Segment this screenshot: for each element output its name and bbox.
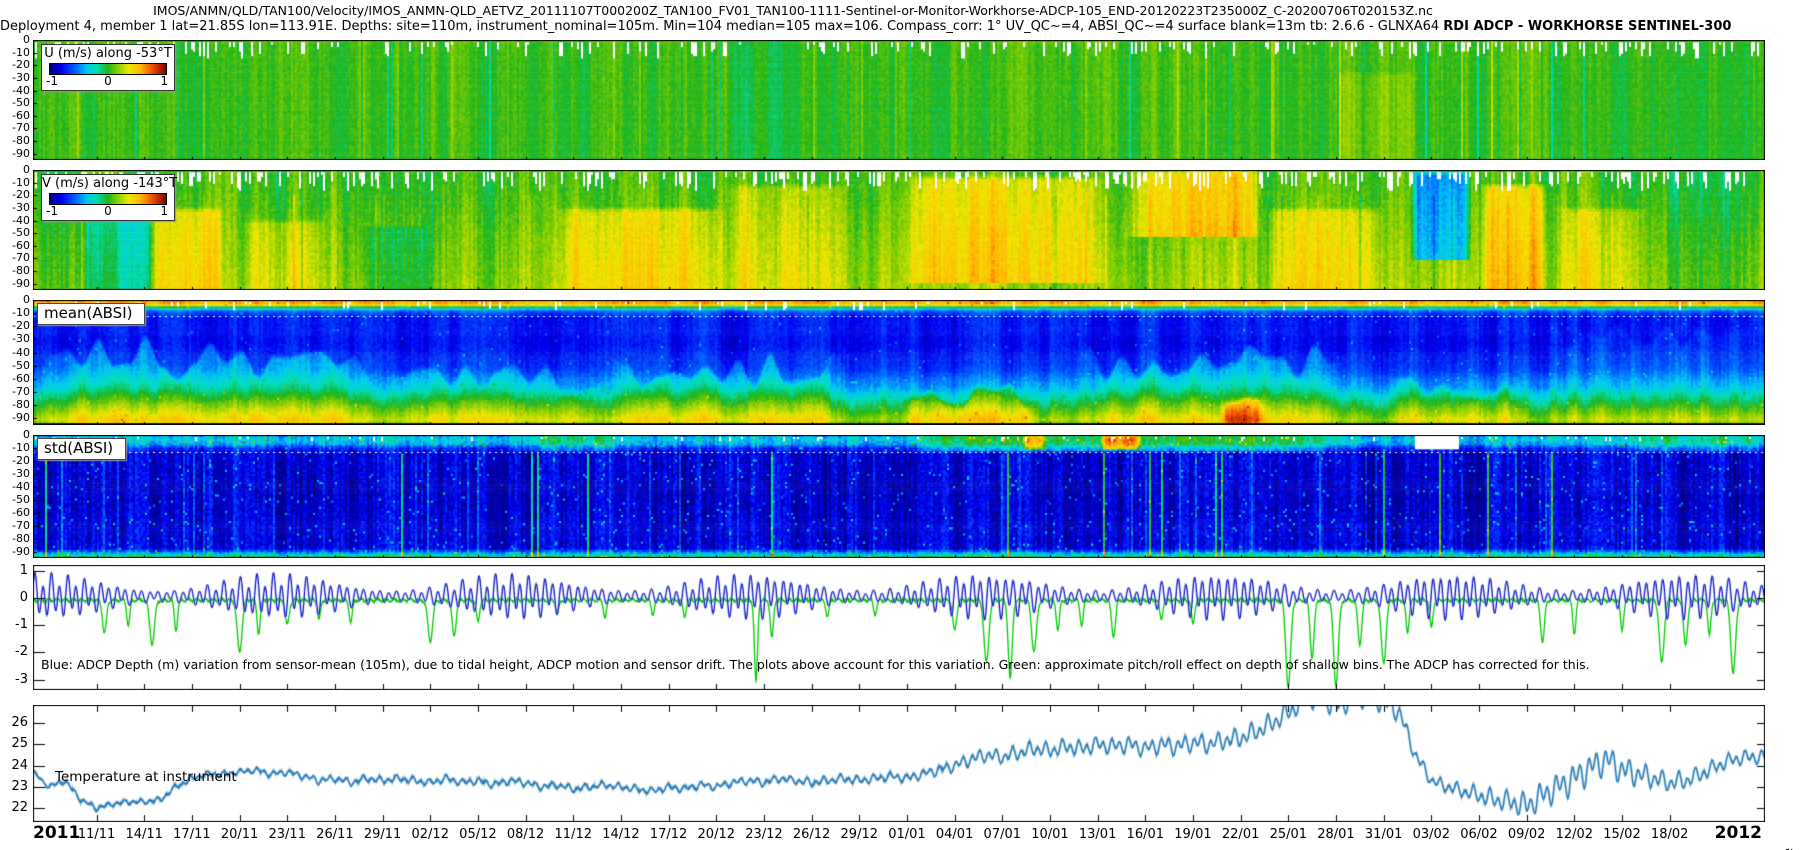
depth-tick-label: -80 — [0, 265, 30, 277]
depth-tick-label: -60 — [0, 110, 30, 122]
depth-tick-label: -80 — [0, 533, 30, 545]
figure-subtitle: Deployment 4, member 1 lat=21.85S lon=11… — [0, 19, 1586, 34]
temperature-tick-label: 25 — [0, 737, 28, 751]
depth-tick-label: -10 — [0, 177, 30, 189]
std-absi-heatmap — [33, 435, 1765, 558]
temperature-tick-label: 26 — [0, 716, 28, 730]
depth-tick-label: -20 — [0, 455, 30, 467]
depth-tick-label: -20 — [0, 320, 30, 332]
depth-tick-label: -50 — [0, 494, 30, 506]
u-velocity-legend-title: U (m/s) along -53°T — [42, 45, 174, 61]
depth-tick-label: -70 — [0, 386, 30, 398]
depth-variation-annotation: Blue: ADCP Depth (m) variation from sens… — [41, 657, 1590, 672]
depth-tick-label: -50 — [0, 360, 30, 372]
depth-tick-label: -70 — [0, 252, 30, 264]
depth-tick-label: -30 — [0, 333, 30, 345]
panel-temperature: Temperature at instrument — [33, 705, 1765, 822]
depth-tick-label: -90 — [0, 278, 30, 290]
temperature-tick-label: 23 — [0, 780, 28, 794]
depth-variation-tick-label: -2 — [0, 645, 28, 659]
depth-tick-label: -60 — [0, 240, 30, 252]
depth-tick-label: -10 — [0, 307, 30, 319]
depth-variation-tick-label: 1 — [0, 564, 28, 578]
depth-tick-label: -90 — [0, 546, 30, 558]
figure-title-filename: IMOS/ANMN/QLD/TAN100/Velocity/IMOS_ANMN-… — [0, 3, 1586, 18]
depth-tick-label: -40 — [0, 85, 30, 97]
depth-tick-label: -40 — [0, 481, 30, 493]
mean-absi-label: mean(ABSI) — [37, 303, 145, 325]
depth-tick-label: -60 — [0, 373, 30, 385]
temperature-chart — [33, 705, 1765, 822]
depth-tick-label: -70 — [0, 122, 30, 134]
depth-tick-label: -80 — [0, 399, 30, 411]
adcp-figure: IMOS/ANMN/QLD/TAN100/Velocity/IMOS_ANMN-… — [0, 0, 1800, 850]
x-axis-year-end: 2012 — [1700, 823, 1762, 843]
depth-tick-label: -20 — [0, 59, 30, 71]
subtitle-instrument: RDI ADCP - WORKHORSE SENTINEL-300 — [1443, 19, 1731, 34]
panel-std-absi: std(ABSI) — [33, 435, 1765, 558]
depth-tick-label: 0 — [0, 164, 30, 176]
depth-variation-tick-label: -3 — [0, 673, 28, 687]
depth-tick-label: -30 — [0, 72, 30, 84]
colorbar-tick-label: 1 — [160, 74, 168, 88]
depth-tick-label: -10 — [0, 47, 30, 59]
panel-depth-variation: Blue: ADCP Depth (m) variation from sens… — [33, 565, 1765, 690]
depth-tick-label: -20 — [0, 189, 30, 201]
subtitle-text: Deployment 4, member 1 lat=21.85S lon=11… — [0, 19, 1439, 34]
colorbar-tick-label: 0 — [49, 204, 167, 218]
depth-tick-label: -30 — [0, 202, 30, 214]
std-absi-label: std(ABSI) — [37, 438, 126, 460]
depth-tick-label: -60 — [0, 507, 30, 519]
depth-tick-label: -70 — [0, 520, 30, 532]
depth-tick-label: -30 — [0, 468, 30, 480]
u-velocity-legend: U (m/s) along -53°T -101 — [41, 44, 175, 91]
panel-v-velocity: V (m/s) along -143°T -101 — [33, 170, 1765, 290]
temperature-label: Temperature at instrument — [55, 769, 237, 785]
depth-tick-label: -80 — [0, 135, 30, 147]
depth-tick-label: 0 — [0, 34, 30, 46]
temperature-tick-label: 22 — [0, 801, 28, 815]
v-velocity-legend-title: V (m/s) along -143°T — [42, 175, 174, 191]
colorbar-tick-label: 1 — [160, 204, 168, 218]
u-velocity-colorbar-ticks: -101 — [49, 75, 167, 90]
depth-tick-label: -90 — [0, 148, 30, 160]
depth-tick-label: -50 — [0, 227, 30, 239]
v-velocity-colorbar-ticks: -101 — [49, 205, 167, 220]
temperature-tick-label: 24 — [0, 759, 28, 773]
depth-tick-label: -40 — [0, 215, 30, 227]
depth-tick-label: -90 — [0, 412, 30, 424]
depth-variation-tick-label: 0 — [0, 591, 28, 605]
depth-tick-label: -40 — [0, 347, 30, 359]
u-velocity-heatmap — [33, 40, 1765, 160]
v-velocity-heatmap — [33, 170, 1765, 290]
x-axis-tick-label: 18/02 — [1638, 827, 1702, 842]
colorbar-tick-label: 0 — [49, 74, 167, 88]
depth-tick-label: -50 — [0, 97, 30, 109]
depth-variation-tick-label: -1 — [0, 618, 28, 632]
depth-tick-label: -10 — [0, 442, 30, 454]
panel-u-velocity: U (m/s) along -53°T -101 — [33, 40, 1765, 160]
panel-mean-absi: mean(ABSI) — [33, 300, 1765, 425]
v-velocity-legend: V (m/s) along -143°T -101 — [41, 174, 175, 221]
depth-tick-label: 0 — [0, 294, 30, 306]
mean-absi-heatmap — [33, 300, 1765, 425]
depth-tick-label: 0 — [0, 429, 30, 441]
